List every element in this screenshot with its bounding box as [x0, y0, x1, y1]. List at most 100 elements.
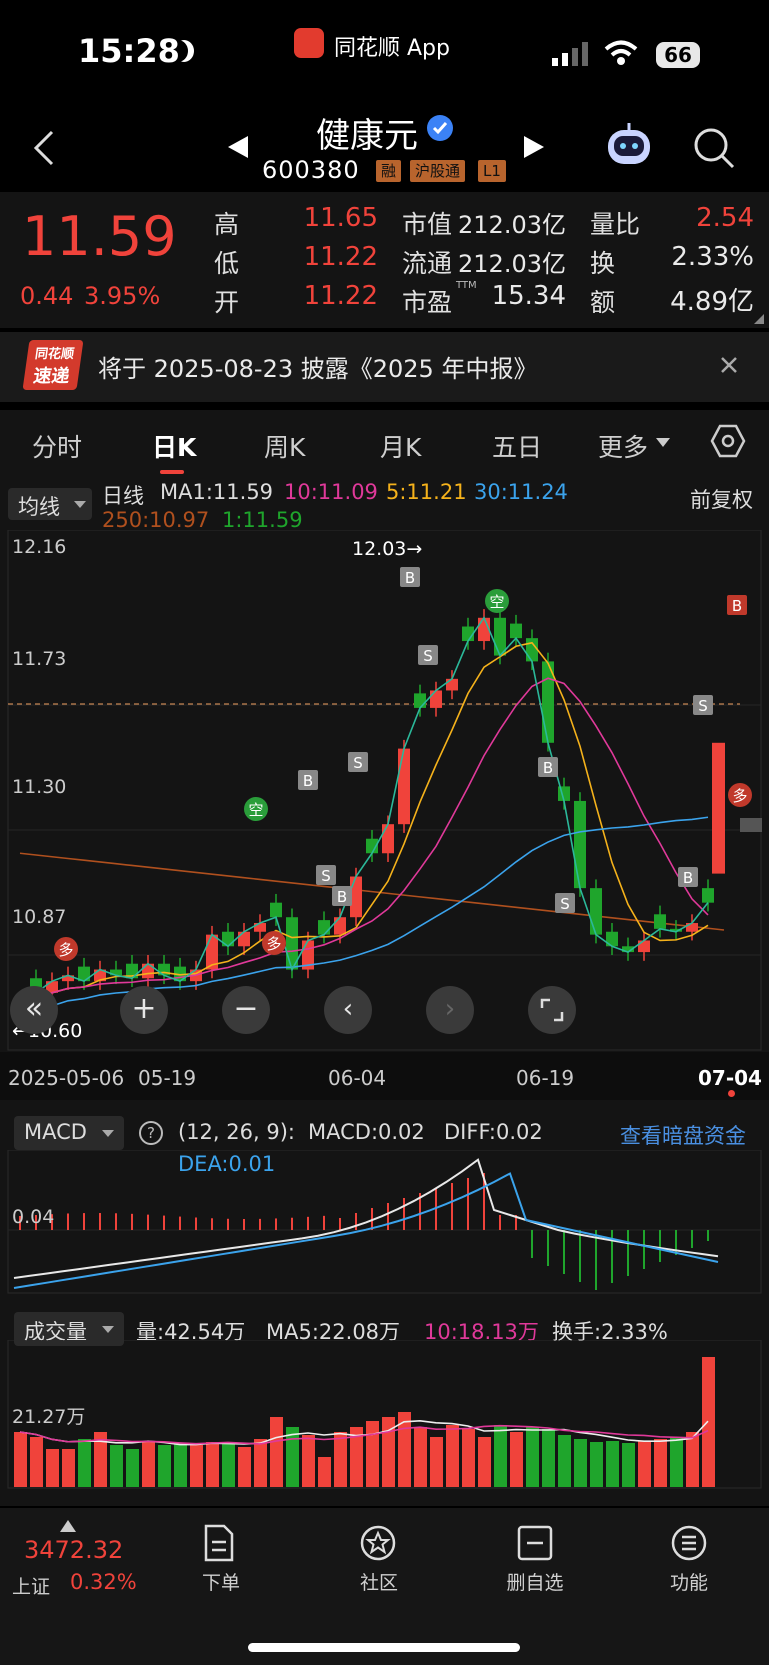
- sell-signal: S: [353, 754, 363, 772]
- volume-bar: [190, 1445, 203, 1487]
- zoom-out-button[interactable]: −: [222, 986, 270, 1034]
- candle-body: [526, 638, 538, 662]
- macd-bars-group: [19, 1173, 709, 1290]
- candle-body: [254, 923, 266, 932]
- diff-value: DIFF:0.02: [444, 1120, 543, 1144]
- chevron-down-icon: [102, 1326, 114, 1333]
- ma10-value: 10:11.09: [284, 480, 378, 504]
- back-icon[interactable]: [30, 128, 60, 168]
- prev-stock-icon[interactable]: [226, 134, 250, 160]
- battery-indicator: 66: [656, 42, 700, 68]
- ma1-line: [19, 616, 709, 1006]
- volume-bar: [430, 1437, 443, 1487]
- fullscreen-button[interactable]: [528, 986, 576, 1034]
- ma5-line: [19, 641, 709, 1006]
- value-turnover: 2.33%: [671, 242, 754, 272]
- nav-remove-watchlist[interactable]: 删自选: [490, 1568, 580, 1595]
- tab-active-indicator: [160, 470, 184, 474]
- volume-bar: [174, 1443, 187, 1487]
- adjust-mode[interactable]: 前复权: [690, 484, 753, 514]
- value-low: 11.22: [303, 242, 378, 272]
- long-signal: 多: [58, 941, 73, 959]
- volume-bar: [606, 1441, 619, 1487]
- buy-signal: B: [683, 869, 693, 887]
- volume-bar: [462, 1429, 475, 1487]
- expand-corner-icon[interactable]: [754, 314, 764, 324]
- buy-signal: B: [543, 759, 553, 777]
- date-label: 2025-05-06: [8, 1066, 125, 1090]
- index-value[interactable]: 3472.32: [24, 1536, 123, 1564]
- volume-bar: [318, 1457, 331, 1487]
- volume-bar: [590, 1442, 603, 1487]
- label-open: 开: [214, 288, 240, 317]
- long-signal: 多: [266, 935, 281, 953]
- stock-name: 健康元: [316, 116, 418, 156]
- tab-monthly-k[interactable]: 月K: [380, 428, 421, 464]
- volume-y-label: 21.27万: [12, 1406, 86, 1428]
- volume-bar: [142, 1441, 155, 1487]
- volume-bar: [510, 1432, 523, 1487]
- date-label: 05-19: [138, 1066, 197, 1090]
- ma-1-value: 1:11.59: [222, 508, 303, 532]
- dark-pool-link[interactable]: 查看暗盘资金: [620, 1120, 746, 1150]
- tab-daily-k[interactable]: 日K: [152, 428, 196, 464]
- candle-body: [270, 902, 282, 918]
- empty-signal: 空: [248, 801, 263, 819]
- zoom-in-button[interactable]: +: [120, 986, 168, 1034]
- tab-weekly-k[interactable]: 周K: [264, 428, 305, 464]
- moon-icon: [168, 40, 188, 62]
- settings-icon[interactable]: [710, 424, 746, 458]
- date-label: 06-19: [516, 1066, 575, 1090]
- close-icon[interactable]: [720, 356, 738, 374]
- kline-y-label: 12.16: [12, 536, 67, 558]
- help-icon[interactable]: ?: [138, 1120, 164, 1146]
- volume-bar: [494, 1425, 507, 1487]
- volume-chart: [7, 1340, 762, 1489]
- volume-bar: [126, 1449, 139, 1487]
- volume-bar: [574, 1439, 587, 1487]
- nav-community[interactable]: 社区: [334, 1568, 424, 1595]
- label-low: 低: [214, 249, 240, 278]
- macd-y-label: 0.04: [12, 1206, 55, 1228]
- value-float-cap: 212.03亿: [458, 250, 566, 278]
- last-price: 11.59: [22, 205, 177, 268]
- volume-bar: [206, 1442, 219, 1487]
- tab-more[interactable]: 更多: [598, 428, 648, 464]
- value-open: 11.22: [303, 281, 378, 311]
- volume-bar: [366, 1421, 379, 1487]
- volume-bar: [478, 1437, 491, 1487]
- volume-bar: [654, 1439, 667, 1487]
- scroll-left-button[interactable]: ‹: [324, 986, 372, 1034]
- volume-bar: [526, 1427, 539, 1487]
- sell-signal: S: [560, 895, 570, 913]
- price-change: 0.44: [20, 282, 74, 310]
- verified-icon: [427, 115, 453, 141]
- candle-body: [382, 824, 394, 854]
- macd-chart: [7, 1150, 762, 1294]
- news-logo-top: 同花顺: [33, 347, 76, 362]
- tab-five-day[interactable]: 五日: [492, 428, 542, 464]
- index-name: 上证: [12, 1576, 51, 1598]
- kline-y-label: 10.87: [12, 906, 67, 928]
- value-amount: 4.89亿: [670, 287, 754, 317]
- ma-selector[interactable]: 均线: [8, 488, 92, 520]
- kline-chart[interactable]: BS空空BSSBBSBSB多多多: [0, 530, 769, 1080]
- candle-body: [318, 920, 330, 935]
- tab-intraday[interactable]: 分时: [32, 428, 82, 464]
- scroll-right-button[interactable]: ›: [426, 986, 474, 1034]
- nav-functions[interactable]: 功能: [644, 1568, 734, 1595]
- ma30-line: [19, 816, 709, 1020]
- nav-order[interactable]: 下单: [176, 1568, 266, 1595]
- current-date-dot: [728, 1090, 735, 1097]
- status-time: 15:28: [78, 32, 180, 70]
- scroll-left-fast-button[interactable]: «: [10, 986, 58, 1034]
- candle-body: [702, 888, 714, 903]
- robot-assistant-icon[interactable]: [604, 122, 654, 168]
- volume-bar: [414, 1427, 427, 1487]
- remove-watchlist-icon: [517, 1525, 553, 1561]
- sell-signal: S: [423, 647, 433, 665]
- macd-selector[interactable]: MACD: [14, 1116, 124, 1150]
- chevron-down-icon: [102, 1130, 114, 1137]
- next-stock-icon[interactable]: [522, 134, 546, 160]
- search-icon[interactable]: [692, 126, 736, 170]
